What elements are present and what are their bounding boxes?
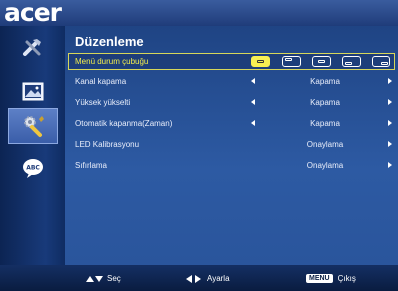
row-label: Kanal kapama [75,77,127,86]
sidebar-item-tools[interactable] [8,30,58,66]
tools-icon [23,39,41,56]
left-arrow-icon[interactable] [251,99,255,105]
row-value: Kapama [310,119,340,128]
row-reset[interactable]: Sıfırlama Onaylama [68,157,395,174]
hint-select: Seç [86,274,121,283]
sidebar: ABC [0,26,65,265]
right-arrow-icon[interactable] [388,99,392,105]
select-label: Seç [107,274,121,283]
row-label: LED Kalibrasyonu [75,140,140,149]
exit-label: Çıkış [337,274,356,283]
row-high-altitude[interactable]: Yüksek yükselti Kapama [68,94,395,111]
row-label: Yüksek yükselti [75,98,131,107]
left-arrow-icon [186,274,192,283]
row-label: Sıfırlama [75,161,108,170]
acer-logo: acer [4,0,62,27]
top-bar: acer [0,0,398,27]
right-arrow-icon[interactable] [388,162,392,168]
svg-text:ABC: ABC [26,165,40,172]
sidebar-item-picture[interactable] [8,74,58,110]
row-label: Menü durum çubuğu [75,57,149,66]
row-value: Onaylama [306,161,344,170]
right-arrow-icon[interactable] [388,120,392,126]
left-arrow-icon[interactable] [251,120,255,126]
settings-panel: Düzenleme Menü durum çubuğu Kanal kapama [65,26,398,265]
picture-icon [22,82,44,101]
hint-adjust: Ayarla [186,274,230,283]
menu-position-bottom-right-option[interactable] [372,56,390,67]
language-abc-icon: ABC [23,159,43,178]
row-led-calibration[interactable]: LED Kalibrasyonu Onaylama [68,136,395,153]
sidebar-item-settings[interactable] [8,108,58,144]
row-menu-position[interactable]: Menü durum çubuğu [68,53,395,70]
right-arrow-icon[interactable] [388,78,392,84]
adjust-label: Ayarla [207,274,230,283]
menu-position-center-option[interactable] [251,56,270,67]
row-auto-shutdown[interactable]: Otomatik kapanma(Zaman) Kapama [68,115,395,132]
menu-position-top-left-option[interactable] [282,56,301,67]
panel-title: Düzenleme [75,34,144,49]
row-label: Otomatik kapanma(Zaman) [75,119,173,128]
footer-hints: Seç Ayarla MENU Çıkış [0,265,398,291]
left-arrow-icon[interactable] [251,78,255,84]
osd-window: acer ABC Düzenleme Menü durum çubuğu Kan… [0,0,398,291]
hint-exit: MENU Çıkış [306,274,356,283]
right-arrow-icon[interactable] [388,141,392,147]
row-value: Kapama [310,98,340,107]
down-arrow-icon [95,275,103,282]
right-arrow-icon [195,274,201,283]
menu-position-top-right-option[interactable] [312,56,331,67]
row-channel-lock[interactable]: Kanal kapama Kapama [68,73,395,90]
row-value: Kapama [310,77,340,86]
row-value: Onaylama [306,140,344,149]
sidebar-item-language[interactable]: ABC [8,150,58,186]
settings-gear-wrench-icon [24,116,44,137]
menu-key-icon: MENU [306,274,333,283]
menu-position-bottom-left-option[interactable] [342,56,361,67]
up-arrow-icon [86,275,94,282]
